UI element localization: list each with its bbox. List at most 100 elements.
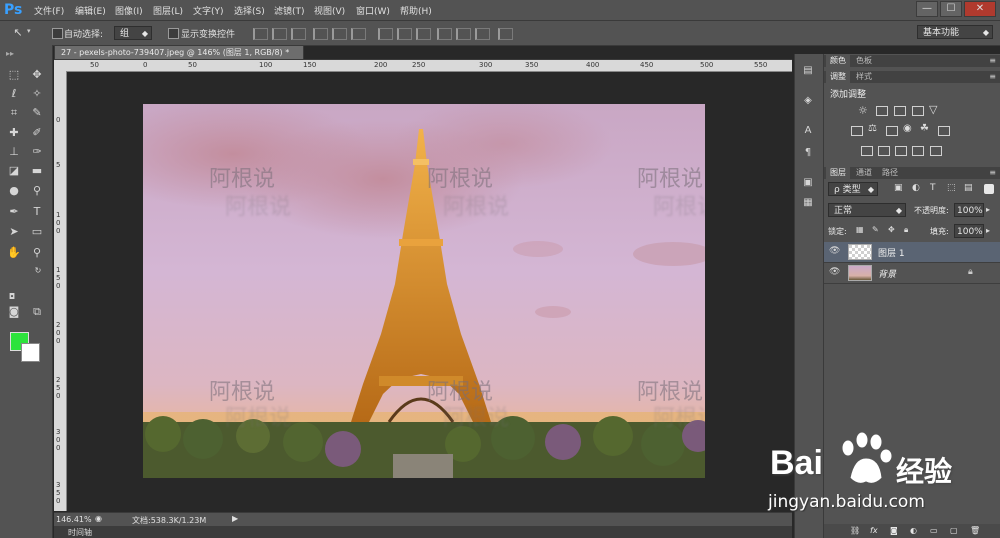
vibrance-icon[interactable]: ▽	[929, 103, 937, 116]
layer-row-layer1[interactable]: 👁︎ 图层 1	[824, 242, 1000, 263]
panel-menu-icon[interactable]: ≡	[989, 72, 996, 81]
lock-all-icon[interactable]: 🔒︎	[904, 225, 908, 235]
menu-help[interactable]: 帮助(H)	[400, 4, 432, 17]
menu-select[interactable]: 选择(S)	[234, 4, 265, 17]
tab-color[interactable]: 颜色	[826, 55, 850, 67]
brush-panel-icon[interactable]: ▣	[801, 176, 815, 190]
tool-preset-chevron-icon[interactable]: ▾	[27, 27, 31, 35]
move-tool-icon[interactable]: ✥	[29, 67, 45, 83]
new-group-icon[interactable]: ▭	[930, 525, 938, 537]
maximize-button[interactable]: ☐	[940, 1, 962, 17]
layer-mask-icon[interactable]: ◙	[890, 525, 898, 537]
channel-mixer-icon[interactable]: ☘	[920, 123, 929, 134]
menu-filter[interactable]: 滤镜(T)	[274, 4, 305, 17]
opacity-field[interactable]: 100%	[954, 203, 984, 217]
tab-styles[interactable]: 样式	[852, 71, 876, 83]
layer-row-background[interactable]: 👁︎ 背景 🔒︎	[824, 263, 1000, 284]
new-layer-icon[interactable]: ▢	[950, 525, 958, 537]
lock-position-icon[interactable]: ✥	[888, 225, 895, 234]
auto-align-icon[interactable]	[498, 28, 513, 40]
close-window-button[interactable]: ✕	[964, 1, 996, 17]
layer-filter-dropdown[interactable]: ρ 类型 ◆	[828, 182, 878, 196]
zoom-level[interactable]: 146.41%	[56, 515, 92, 524]
crop-tool-icon[interactable]: ⌗	[6, 105, 22, 121]
document-tab[interactable]: 27 - pexels-photo-739407.jpeg @ 146% (图层…	[54, 45, 304, 60]
filter-smart-object-icon[interactable]: ▤	[964, 183, 973, 193]
history-panel-icon[interactable]: ▤	[801, 64, 815, 78]
auto-select-checkbox[interactable]	[52, 28, 63, 39]
color-lookup-icon[interactable]	[938, 126, 950, 136]
tab-channels[interactable]: 通道	[852, 167, 876, 179]
info-icon[interactable]: ◉	[95, 514, 102, 523]
properties-panel-icon[interactable]: ◈	[801, 94, 815, 108]
eraser-tool-icon[interactable]: ◪	[6, 163, 22, 179]
collapse-icon[interactable]: ▸▸	[6, 49, 14, 58]
marquee-tool-icon[interactable]: ⬚	[6, 67, 22, 83]
workspace-dropdown[interactable]: 基本功能 ◆	[917, 25, 993, 39]
visibility-eye-icon[interactable]: 👁︎	[829, 267, 840, 277]
black-white-icon[interactable]	[886, 126, 898, 136]
tab-adjustments[interactable]: 调整	[826, 71, 850, 83]
auto-select-dropdown[interactable]: 组 ◆	[114, 26, 152, 40]
hue-saturation-icon[interactable]	[851, 126, 863, 136]
history-brush-icon[interactable]: ✑	[29, 144, 45, 160]
character-panel-icon[interactable]: A	[801, 124, 815, 138]
swap-colors-icon[interactable]: ↻	[30, 263, 46, 279]
filter-pixel-icon[interactable]: ▣	[894, 183, 903, 193]
distribute-left-icon[interactable]	[437, 28, 452, 40]
layer-style-icon[interactable]: fx	[870, 525, 878, 537]
visibility-eye-icon[interactable]: 👁︎	[829, 246, 840, 256]
filter-type-icon[interactable]: T	[930, 183, 936, 193]
selective-color-icon[interactable]	[912, 146, 924, 156]
fill-field[interactable]: 100%	[954, 224, 984, 238]
levels-icon[interactable]	[876, 106, 888, 116]
type-tool-icon[interactable]: T	[29, 204, 45, 220]
eyedropper-icon[interactable]: ✎	[29, 105, 45, 121]
menu-layer[interactable]: 图层(L)	[153, 4, 183, 17]
delete-layer-icon[interactable]: 🗑︎	[970, 525, 980, 537]
align-top-icon[interactable]	[253, 28, 268, 40]
distribute-top-icon[interactable]	[378, 28, 393, 40]
brightness-contrast-icon[interactable]: ☼	[858, 104, 868, 117]
filter-toggle-icon[interactable]	[984, 184, 994, 194]
healing-brush-icon[interactable]: ✚	[6, 125, 22, 141]
paragraph-panel-icon[interactable]: ¶	[801, 146, 815, 160]
menu-edit[interactable]: 编辑(E)	[75, 4, 106, 17]
dodge-tool-icon[interactable]: ⚲	[29, 183, 45, 199]
invert-icon[interactable]	[861, 146, 873, 156]
vertical-ruler[interactable]: 0 5 1 0 0 1 5 0 2 0 0 2 5 0 3 0 0 3 5 0	[54, 71, 67, 511]
lock-image-icon[interactable]: ✎	[872, 225, 879, 234]
magic-wand-icon[interactable]: ✧	[29, 86, 45, 102]
hand-tool-icon[interactable]: ✋	[6, 245, 22, 261]
curves-icon[interactable]	[894, 106, 906, 116]
move-tool-icon[interactable]: ↖	[10, 25, 26, 41]
align-left-icon[interactable]	[313, 28, 328, 40]
color-balance-icon[interactable]: ⚖	[868, 123, 877, 134]
menu-window[interactable]: 窗口(W)	[356, 4, 390, 17]
background-color-swatch[interactable]	[21, 343, 40, 362]
lock-transparent-icon[interactable]: ▦	[856, 225, 864, 234]
tab-layers[interactable]: 图层	[826, 167, 850, 179]
photo-filter-icon[interactable]: ◉	[903, 123, 912, 134]
blur-tool-icon[interactable]: ●	[6, 183, 22, 199]
status-menu-arrow-icon[interactable]: ▶	[232, 514, 238, 523]
menu-type[interactable]: 文字(Y)	[193, 4, 224, 17]
lasso-tool-icon[interactable]: ℓ	[6, 86, 22, 102]
rectangle-tool-icon[interactable]: ▭	[29, 224, 45, 240]
zoom-tool-icon[interactable]: ⚲	[29, 245, 45, 261]
layer-name[interactable]: 背景	[878, 267, 896, 280]
exposure-icon[interactable]	[912, 106, 924, 116]
layer-name[interactable]: 图层 1	[878, 246, 905, 259]
filter-shape-icon[interactable]: ⬚	[947, 183, 956, 193]
brush-tool-icon[interactable]: ✐	[29, 125, 45, 141]
distribute-hcenter-icon[interactable]	[456, 28, 471, 40]
notes-panel-icon[interactable]: ▦	[801, 196, 815, 210]
filter-adjustment-icon[interactable]: ◐	[912, 183, 920, 193]
screen-mode-icon[interactable]: ⧉	[29, 304, 45, 320]
posterize-icon[interactable]	[878, 146, 890, 156]
menu-file[interactable]: 文件(F)	[34, 4, 64, 17]
threshold-icon[interactable]	[895, 146, 907, 156]
link-layers-icon[interactable]: ⛓	[850, 525, 860, 537]
distribute-vcenter-icon[interactable]	[397, 28, 412, 40]
opacity-arrow-icon[interactable]: ▸	[986, 205, 990, 214]
